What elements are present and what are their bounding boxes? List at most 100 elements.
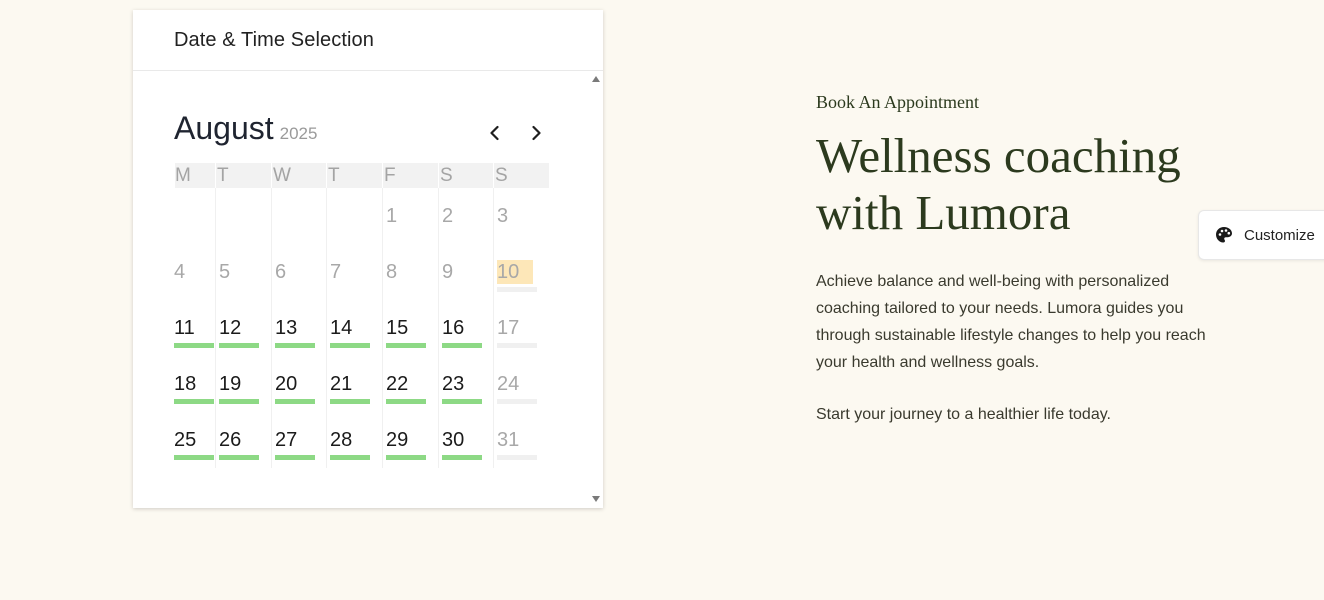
calendar-week-row: 11 12 13 14 15 16 17 — [174, 300, 549, 356]
calendar-day-cell[interactable]: 14 — [326, 300, 382, 356]
calendar-day-cell[interactable]: 18 — [174, 356, 215, 412]
calendar-day-number: 14 — [330, 317, 353, 339]
availability-bar — [219, 399, 259, 404]
calendar-day-cell[interactable]: 30 — [438, 412, 493, 468]
calendar-day-cell[interactable]: 21 — [326, 356, 382, 412]
widget-title: Date & Time Selection — [174, 28, 374, 51]
calendar-day-cell: 4 — [174, 244, 215, 300]
calendar-day-number: 11 — [174, 317, 195, 339]
calendar-day-number: 13 — [275, 317, 298, 339]
calendar-day-cell[interactable]: 25 — [174, 412, 215, 468]
calendar-day-number: 28 — [330, 429, 353, 451]
calendar-day-cell: 9 — [438, 244, 493, 300]
calendar-day-number: 29 — [386, 429, 409, 451]
calendar-day-cell[interactable]: 12 — [215, 300, 271, 356]
weekday-label: W — [271, 163, 326, 188]
chevron-left-icon — [490, 125, 499, 141]
calendar-day-number: 20 — [275, 373, 298, 395]
weekday-label: T — [215, 163, 271, 188]
calendar-day-number: 12 — [219, 317, 242, 339]
calendar-day-number: 17 — [497, 317, 520, 339]
calendar-day-cell: 1 — [382, 188, 438, 244]
calendar-week-row: 1 2 3 — [174, 188, 549, 244]
calendar-empty-cell — [271, 188, 326, 244]
calendar-day-cell[interactable]: 20 — [271, 356, 326, 412]
intro-headline: Wellness coaching with Lumora — [816, 128, 1181, 240]
calendar-day-cell: 7 — [326, 244, 382, 300]
calendar-day-cell[interactable]: 13 — [271, 300, 326, 356]
calendar-day-number: 30 — [442, 429, 465, 451]
calendar-day-number: 1 — [386, 205, 398, 227]
calendar-grid: MTWTFSS 1 2 3 4 5 6 7 8 9 10 11 12 13 14 15 16 17 18 19 20 2… — [174, 163, 549, 468]
calendar-day-cell[interactable]: 29 — [382, 412, 438, 468]
calendar-day-number: 27 — [275, 429, 298, 451]
availability-bar — [275, 343, 315, 348]
calendar-day-cell[interactable]: 16 — [438, 300, 493, 356]
calendar-year: 2025 — [279, 124, 318, 143]
weekday-label: T — [326, 163, 382, 188]
customize-button[interactable]: Customize — [1198, 210, 1324, 260]
availability-bar — [330, 343, 370, 348]
scroll-up-arrow[interactable] — [592, 76, 600, 82]
calendar-day-number: 3 — [497, 205, 509, 227]
calendar-day-cell[interactable]: 28 — [326, 412, 382, 468]
calendar-day-cell[interactable]: 22 — [382, 356, 438, 412]
availability-bar — [386, 455, 426, 460]
calendar-day-number: 15 — [386, 317, 409, 339]
previous-month-button[interactable] — [485, 123, 505, 143]
calendar-day-number: 25 — [174, 429, 197, 451]
availability-bar — [219, 343, 259, 348]
availability-bar — [442, 455, 482, 460]
no-availability-bar — [497, 287, 537, 292]
calendar-day-cell[interactable]: 19 — [215, 356, 271, 412]
calendar-day-cell[interactable]: 23 — [438, 356, 493, 412]
calendar-day-number: 22 — [386, 373, 409, 395]
availability-bar — [219, 455, 259, 460]
availability-bar — [442, 399, 482, 404]
calendar-day-cell: 5 — [215, 244, 271, 300]
calendar-day-cell[interactable]: 15 — [382, 300, 438, 356]
calendar-day-number: 18 — [174, 373, 197, 395]
calendar-day-cell: 6 — [271, 244, 326, 300]
no-availability-bar — [497, 455, 537, 460]
calendar-day-cell[interactable]: 11 — [174, 300, 215, 356]
calendar-day-cell[interactable]: 27 — [271, 412, 326, 468]
calendar-day-cell: 17 — [493, 300, 549, 356]
booking-widget: Date & Time Selection August 2025 MTWTFSS… — [133, 10, 603, 508]
calendar-header: August 2025 — [174, 110, 549, 150]
intro-eyebrow: Book An Appointment — [816, 92, 980, 112]
availability-bar — [386, 399, 426, 404]
calendar-day-number: 10 — [497, 260, 534, 284]
availability-bar — [174, 343, 214, 348]
calendar-day-number: 24 — [497, 373, 520, 395]
scroll-down-arrow[interactable] — [592, 496, 600, 502]
calendar-day-number: 2 — [442, 205, 454, 227]
availability-bar — [275, 399, 315, 404]
availability-bar — [330, 399, 370, 404]
palette-icon — [1216, 227, 1232, 243]
availability-bar — [174, 399, 214, 404]
calendar-empty-cell — [326, 188, 382, 244]
no-availability-bar — [497, 343, 537, 348]
calendar-day-cell[interactable]: 26 — [215, 412, 271, 468]
calendar-day-cell: 2 — [438, 188, 493, 244]
calendar-week-row: 4 5 6 7 8 9 10 — [174, 244, 549, 300]
availability-bar — [174, 455, 214, 460]
calendar-day-cell[interactable]: 10 — [493, 244, 549, 300]
calendar-week-row: 18 19 20 21 22 23 24 — [174, 356, 549, 412]
calendar-day-cell: 8 — [382, 244, 438, 300]
next-month-button[interactable] — [526, 123, 546, 143]
calendar-day-number: 16 — [442, 317, 465, 339]
calendar-day-number: 4 — [174, 261, 186, 283]
no-availability-bar — [497, 399, 537, 404]
calendar-day-number: 6 — [275, 261, 287, 283]
calendar-empty-cell — [174, 188, 215, 244]
calendar-day-number: 21 — [330, 373, 353, 395]
calendar-day-number: 26 — [219, 429, 242, 451]
calendar-day-number: 23 — [442, 373, 465, 395]
intro-cta-text: Start your journey to a healthier life t… — [816, 406, 1111, 423]
availability-bar — [442, 343, 482, 348]
availability-bar — [386, 343, 426, 348]
calendar-day-number: 5 — [219, 261, 231, 283]
calendar-day-cell: 3 — [493, 188, 549, 244]
